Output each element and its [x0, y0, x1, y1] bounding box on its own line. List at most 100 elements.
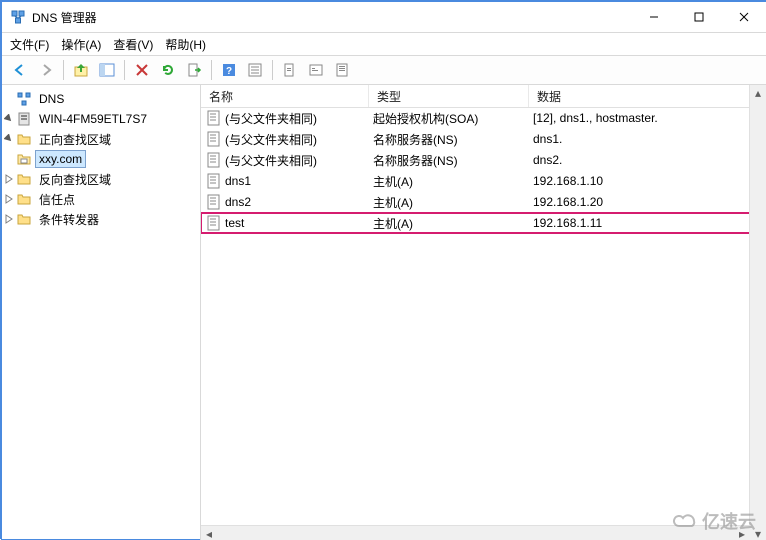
server-icon [16, 111, 32, 127]
svg-text:?: ? [226, 66, 232, 77]
horizontal-scrollbar[interactable]: ◂ ▸ [201, 525, 750, 540]
list-pane: 名称 类型 数据 (与父文件夹相同) 起始授权机构(SOA) [12], dns1.… [201, 85, 766, 540]
record-row[interactable]: (与父文件夹相同) 起始授权机构(SOA) [12], dns1., hostmas… [201, 108, 750, 128]
tree-label: 正向查找区域 [35, 129, 115, 150]
dns-root-icon [16, 91, 32, 107]
list-header: 名称 类型 数据 [201, 85, 766, 108]
record-type: 名称服务器(NS) [373, 131, 458, 148]
record-type: 起始授权机构(SOA) [373, 110, 478, 127]
tree-label: xxy.com [35, 150, 86, 168]
record-row[interactable]: (与父文件夹相同) 名称服务器(NS) dns1. [201, 129, 750, 149]
folder-icon [16, 191, 32, 207]
record-type: 主机(A) [373, 173, 413, 190]
toolbar-separator [272, 60, 273, 80]
tree-trust-points[interactable]: 信任点 [2, 189, 200, 209]
expander-icon[interactable] [2, 152, 16, 166]
record-data: 192.168.1.11 [533, 216, 602, 230]
menu-help[interactable]: 帮助(H) [165, 36, 206, 53]
folder-icon [16, 211, 32, 227]
tree-label: WIN-4FM59ETL7S7 [35, 110, 151, 128]
tree-label: 条件转发器 [35, 209, 103, 230]
list-rows: (与父文件夹相同) 起始授权机构(SOA) [12], dns1., hostmas… [201, 108, 766, 540]
watermark-text: 亿速云 [702, 508, 756, 534]
toolbar-properties-button[interactable] [243, 58, 267, 82]
record-row[interactable]: dns2 主机(A) 192.168.1.20 [201, 192, 750, 212]
record-icon [207, 131, 221, 147]
record-row[interactable]: (与父文件夹相同) 名称服务器(NS) dns2. [201, 150, 750, 170]
maximize-button[interactable] [676, 3, 721, 32]
column-header-type[interactable]: 类型 [369, 85, 529, 107]
toolbar-separator [124, 60, 125, 80]
tree-root-dns[interactable]: DNS [2, 89, 200, 109]
record-data: [12], dns1., hostmaster. [533, 111, 658, 125]
record-row[interactable]: test 主机(A) 192.168.1.11 [201, 213, 750, 233]
record-data: dns1. [533, 132, 562, 146]
toolbar-new-zone-button[interactable] [304, 58, 328, 82]
toolbar-delete-button[interactable] [130, 58, 154, 82]
menu-view[interactable]: 查看(V) [113, 36, 153, 53]
record-name: dns1 [225, 174, 251, 188]
column-header-name[interactable]: 名称 [201, 85, 369, 107]
menu-action[interactable]: 操作(A) [61, 36, 101, 53]
expander-closed-icon[interactable] [2, 212, 16, 226]
record-name: test [225, 216, 244, 230]
expander-open-icon[interactable] [2, 112, 16, 126]
window-title: DNS 管理器 [32, 9, 631, 26]
record-icon [207, 110, 221, 126]
tree-label: DNS [35, 90, 68, 108]
toolbar-up-button[interactable] [69, 58, 93, 82]
record-type: 主机(A) [373, 215, 413, 232]
vertical-scrollbar[interactable]: ▴ ▾ [749, 85, 766, 540]
tree-conditional-forwarders[interactable]: 条件转发器 [2, 209, 200, 229]
record-data: 192.168.1.10 [533, 174, 603, 188]
record-type: 名称服务器(NS) [373, 152, 458, 169]
record-icon [207, 194, 221, 210]
expander-icon[interactable] [2, 92, 16, 106]
record-type: 主机(A) [373, 194, 413, 211]
expander-closed-icon[interactable] [2, 192, 16, 206]
toolbar: ? [2, 56, 766, 85]
tree-pane: DNS WIN-4FM59ETL7S7 [2, 85, 201, 540]
toolbar-help-button[interactable]: ? [217, 58, 241, 82]
record-icon [207, 152, 221, 168]
tree-forward-zones[interactable]: 正向查找区域 [2, 129, 200, 149]
scroll-left-arrow-icon[interactable]: ◂ [201, 526, 217, 540]
record-name: (与父文件夹相同) [225, 152, 317, 169]
toolbar-separator [63, 60, 64, 80]
toolbar-refresh-button[interactable] [156, 58, 180, 82]
expander-closed-icon[interactable] [2, 172, 16, 186]
dns-app-icon [10, 9, 26, 25]
close-button[interactable] [721, 3, 766, 32]
tree-server[interactable]: WIN-4FM59ETL7S7 [2, 109, 200, 129]
zone-icon [16, 151, 32, 167]
tree-reverse-zones[interactable]: 反向查找区域 [2, 169, 200, 189]
record-row[interactable]: dns1 主机(A) 192.168.1.10 [201, 171, 750, 191]
toolbar-forward-button[interactable] [34, 58, 58, 82]
tree-zone-xxy-com[interactable]: xxy.com [2, 149, 200, 169]
record-icon [207, 215, 221, 231]
toolbar-new-record-button[interactable] [278, 58, 302, 82]
toolbar-filter-button[interactable] [330, 58, 354, 82]
tree-label: 反向查找区域 [35, 169, 115, 190]
record-data: 192.168.1.20 [533, 195, 603, 209]
record-name: (与父文件夹相同) [225, 131, 317, 148]
toolbar-separator [211, 60, 212, 80]
tree-label: 信任点 [35, 189, 79, 210]
record-name: (与父文件夹相同) [225, 110, 317, 127]
toolbar-show-hide-tree-button[interactable] [95, 58, 119, 82]
content-area: DNS WIN-4FM59ETL7S7 [2, 85, 766, 540]
scroll-up-arrow-icon[interactable]: ▴ [750, 85, 766, 101]
titlebar: DNS 管理器 [2, 2, 766, 33]
minimize-button[interactable] [631, 3, 676, 32]
toolbar-export-button[interactable] [182, 58, 206, 82]
record-data: dns2. [533, 153, 562, 167]
watermark: 亿速云 [672, 508, 756, 534]
record-name: dns2 [225, 195, 251, 209]
folder-icon [16, 171, 32, 187]
folder-icon [16, 131, 32, 147]
record-icon [207, 173, 221, 189]
toolbar-back-button[interactable] [8, 58, 32, 82]
column-header-data[interactable]: 数据 [529, 85, 766, 107]
menu-file[interactable]: 文件(F) [10, 36, 49, 53]
expander-open-icon[interactable] [2, 132, 16, 146]
